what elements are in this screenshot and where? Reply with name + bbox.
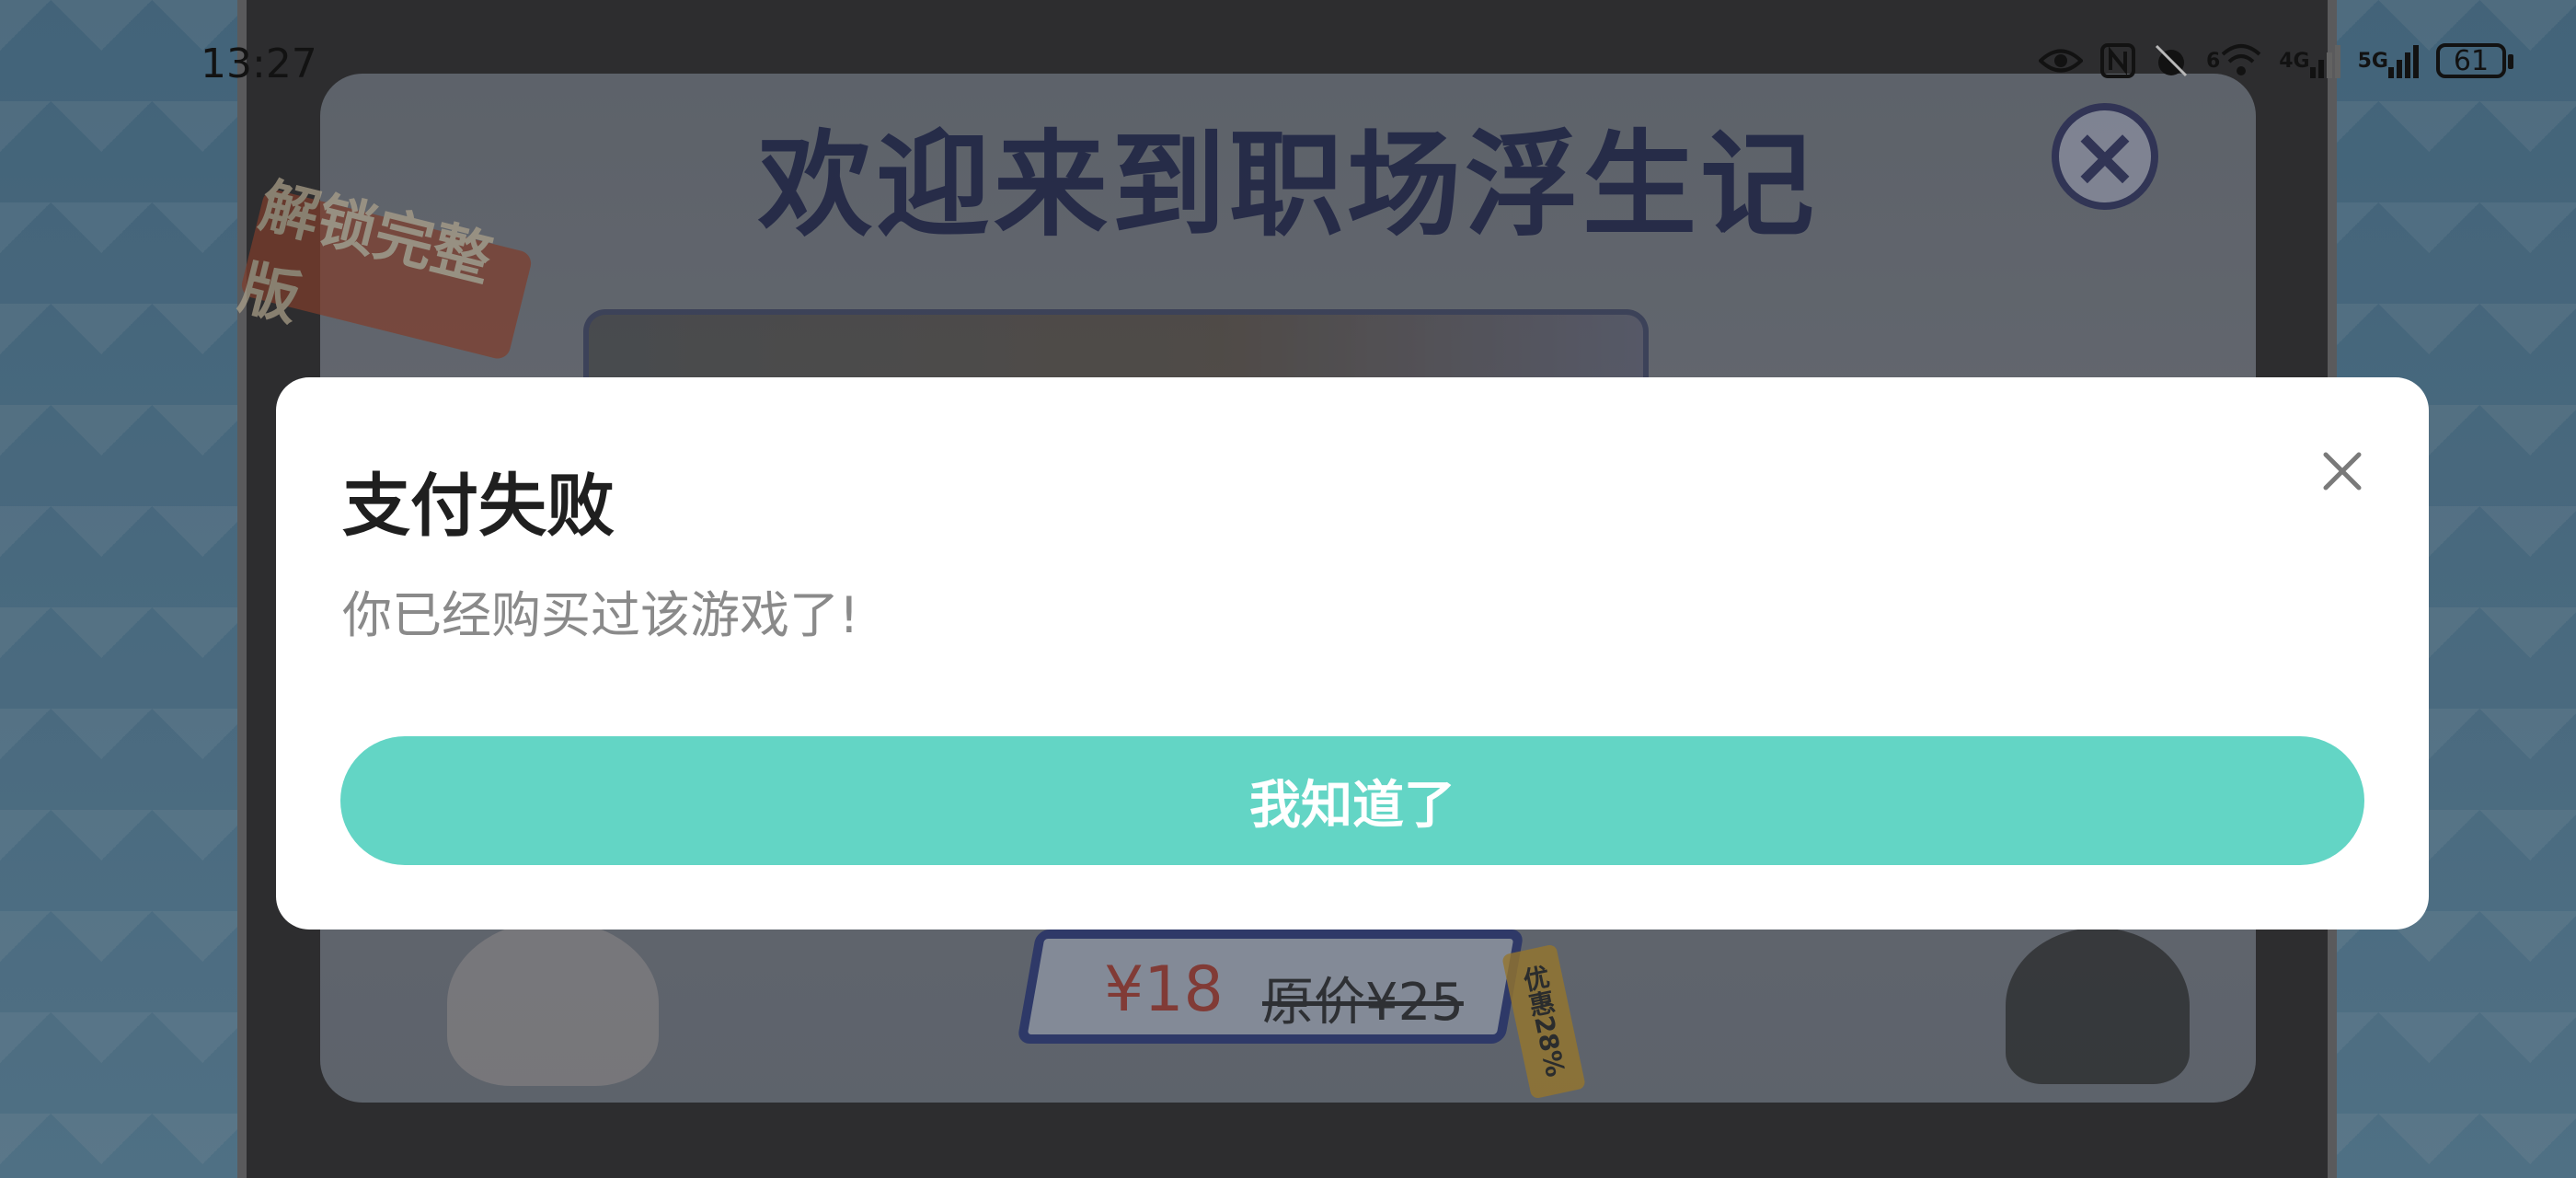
dialog-title: 支付失败: [342, 467, 615, 546]
close-icon: [2323, 452, 2362, 491]
payment-failed-dialog: 支付失败 你已经购买过该游戏了! 我知道了: [276, 377, 2429, 930]
dialog-close-button[interactable]: [2307, 436, 2377, 506]
dialog-message: 你已经购买过该游戏了!: [342, 586, 859, 644]
confirm-button[interactable]: 我知道了: [340, 736, 2364, 865]
